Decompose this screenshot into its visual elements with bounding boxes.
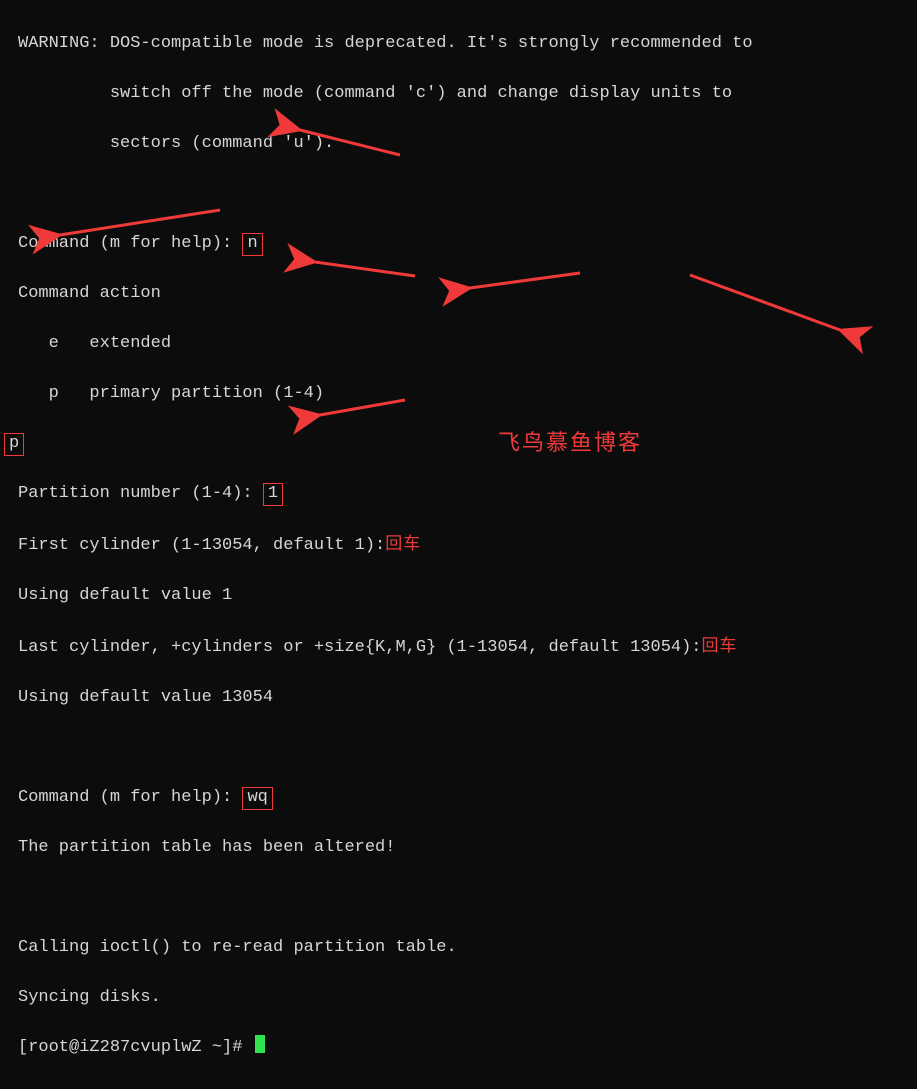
input-wq: wq [242,787,272,810]
warning-line3: sectors (command 'u'). [18,131,913,156]
p-input-line[interactable]: p [4,431,913,456]
blank [18,885,913,910]
warning-line1: WARNING: DOS-compatible mode is deprecat… [18,31,913,56]
input-p: p [4,433,24,456]
syncing-msg: Syncing disks. [18,985,913,1010]
shell-prompt[interactable]: [root@iZ287cvuplwZ ~]# [18,1035,913,1060]
terminal-output: WARNING: DOS-compatible mode is deprecat… [0,0,917,1089]
input-1: 1 [263,483,283,506]
enter-annotation: 回车 [702,636,738,655]
prompt-text: First cylinder (1-13054, default 1): [18,536,385,555]
command-prompt-1[interactable]: Command (m for help): n [18,231,913,256]
enter-annotation: 回车 [385,534,421,553]
ioctl-msg: Calling ioctl() to re-read partition tab… [18,935,913,960]
default-13054: Using default value 13054 [18,685,913,710]
command-prompt-2[interactable]: Command (m for help): wq [18,785,913,810]
input-n: n [242,233,262,256]
altered-msg: The partition table has been altered! [18,835,913,860]
last-cylinder-prompt[interactable]: Last cylinder, +cylinders or +size{K,M,G… [18,633,913,660]
prompt-text: Command (m for help): [18,788,242,807]
first-cylinder-prompt[interactable]: First cylinder (1-13054, default 1):回车 [18,531,913,558]
prompt-text: Partition number (1-4): [18,484,263,503]
action-p: p primary partition (1-4) [18,381,913,406]
watermark-text: 飞鸟慕鱼博客 [498,430,642,455]
action-header: Command action [18,281,913,306]
blank [18,735,913,760]
cursor-icon [255,1035,265,1053]
prompt-text: Command (m for help): [18,234,242,253]
partition-number-prompt[interactable]: Partition number (1-4): 1 [18,481,913,506]
default-1: Using default value 1 [18,583,913,608]
warning-line2: switch off the mode (command 'c') and ch… [18,81,913,106]
prompt-text: [root@iZ287cvuplwZ ~]# [18,1038,253,1057]
action-e: e extended [18,331,913,356]
blank [18,181,913,206]
prompt-text: Last cylinder, +cylinders or +size{K,M,G… [18,638,702,657]
